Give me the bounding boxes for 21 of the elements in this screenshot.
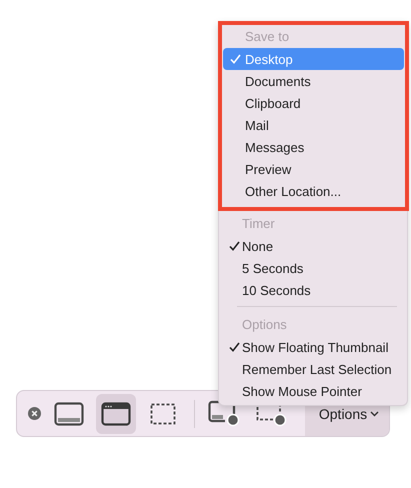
menu-item[interactable]: 5 Seconds xyxy=(224,257,402,279)
chevron-icon xyxy=(370,410,380,416)
capture-mode-button[interactable] xyxy=(96,394,136,434)
section-header: Options xyxy=(241,316,288,334)
menu-item[interactable]: Remember Last Selection xyxy=(224,358,402,380)
menu-item[interactable]: Mail xyxy=(223,114,404,136)
menu-item[interactable]: Clipboard xyxy=(223,92,404,114)
selection-icon xyxy=(150,402,176,424)
menu-item[interactable]: Documents xyxy=(223,70,404,92)
window-icon xyxy=(101,402,131,426)
menu-item[interactable]: Other Location... xyxy=(223,180,404,202)
menu-item[interactable]: 10 Seconds xyxy=(224,279,402,301)
menu-item[interactable]: Preview xyxy=(223,158,404,180)
screen-record-icon xyxy=(208,400,240,428)
menu-item[interactable]: Messages xyxy=(223,136,404,158)
section-header: Save to xyxy=(244,28,290,46)
section-header: Timer xyxy=(241,215,276,233)
menu-item[interactable]: Show Floating Thumbnail xyxy=(224,336,402,358)
close-icon xyxy=(28,407,41,420)
screen-icon xyxy=(54,402,84,426)
menu-item[interactable]: None xyxy=(224,235,402,257)
